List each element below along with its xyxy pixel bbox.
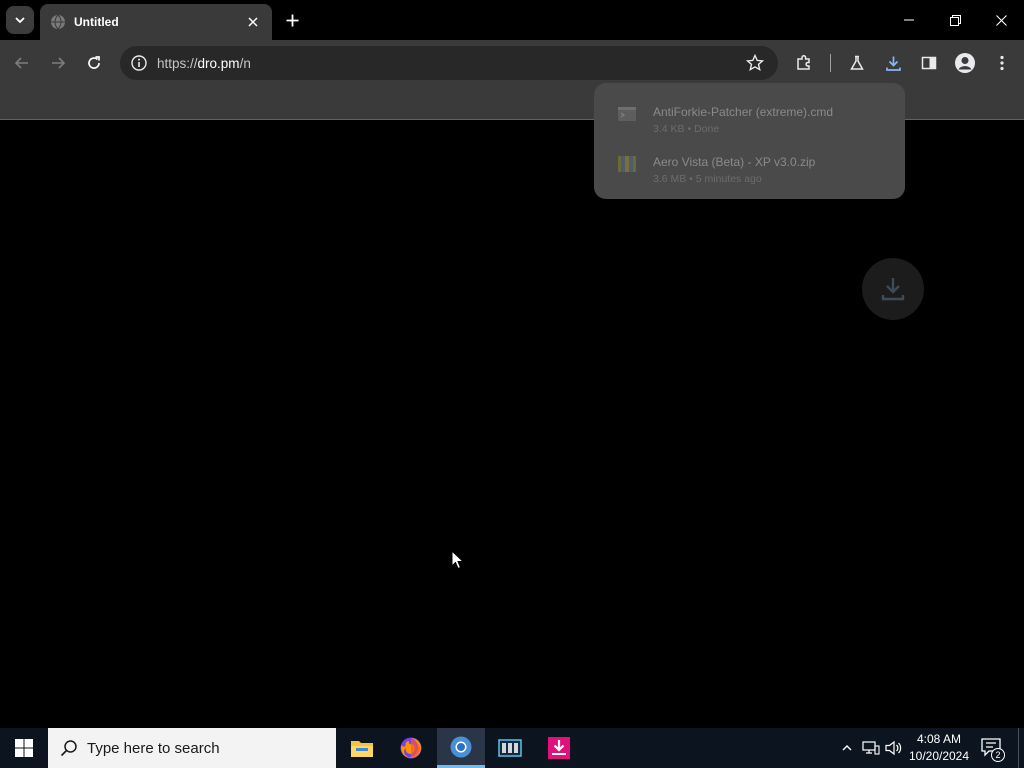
close-icon (248, 17, 258, 27)
taskbar-search-box[interactable]: Type here to search (48, 728, 336, 768)
tray-network[interactable] (861, 738, 881, 758)
search-placeholder: Type here to search (87, 739, 220, 757)
globe-icon (51, 14, 65, 30)
toolbar-divider (830, 54, 831, 72)
back-button[interactable] (8, 49, 36, 77)
network-icon (862, 741, 880, 755)
cmd-file-icon (618, 107, 636, 121)
side-panel-button[interactable] (915, 49, 943, 77)
extensions-button[interactable] (790, 49, 818, 77)
plus-icon (286, 14, 298, 26)
mouse-cursor-icon (451, 550, 465, 570)
download-item[interactable]: AntiForkie-Patcher (extreme).cmd 3.4 KB … (594, 93, 905, 139)
taskbar-download-manager[interactable] (535, 728, 583, 768)
tray-volume[interactable] (884, 738, 904, 758)
taskbar-firefox[interactable] (387, 728, 435, 768)
notification-count-badge: 2 (991, 748, 1005, 762)
search-icon (60, 740, 77, 757)
restore-button[interactable] (932, 0, 978, 40)
tab-close-button[interactable] (244, 13, 262, 31)
puzzle-piece-icon (797, 54, 810, 70)
url-text: https://dro.pm/n (157, 56, 251, 71)
taskbar-clock[interactable]: 4:08 AM 10/20/2024 (906, 731, 972, 765)
new-tab-button[interactable] (280, 8, 304, 32)
close-icon (995, 14, 1007, 26)
tab-search-button[interactable] (6, 6, 34, 34)
flask-icon (850, 55, 864, 70)
arrow-right-icon (52, 57, 66, 69)
tab-strip: Untitled (0, 0, 1024, 40)
screen: Untitled https://dro.pm/n AntiForkie-Pat… (0, 0, 1024, 768)
tray-overflow-button[interactable] (837, 738, 857, 758)
forward-button[interactable] (44, 49, 72, 77)
url-path: /n (239, 55, 251, 71)
profile-button[interactable] (951, 49, 979, 77)
menu-button[interactable] (988, 49, 1016, 77)
tab-title: Untitled (74, 15, 119, 29)
download-filename: Aero Vista (Beta) - XP v3.0.zip (653, 155, 816, 169)
reload-button[interactable] (80, 49, 108, 77)
bookmark-star-icon[interactable] (746, 54, 764, 72)
clock-time: 4:08 AM (916, 732, 962, 746)
download-status: 3.4 KB • Done (653, 123, 720, 135)
minimize-button[interactable] (886, 0, 932, 40)
firefox-icon (400, 737, 422, 759)
taskbar-file-explorer[interactable] (338, 728, 386, 768)
info-icon (131, 55, 147, 71)
site-info-icon[interactable] (130, 54, 148, 72)
avatar-icon (955, 53, 975, 73)
tab-untitled[interactable]: Untitled (40, 4, 272, 40)
folder-icon (351, 741, 373, 757)
show-desktop-button[interactable] (1018, 728, 1024, 768)
download-manager-icon (548, 737, 570, 759)
zip-file-icon (618, 156, 636, 172)
restore-icon (949, 14, 961, 26)
chrome-icon (450, 736, 472, 757)
clock-date: 10/20/2024 (908, 749, 970, 763)
taskbar-chrome[interactable] (437, 728, 485, 768)
page-content (0, 121, 1024, 728)
minimize-icon (904, 19, 914, 21)
windows-logo-icon (15, 739, 33, 757)
download-item[interactable]: Aero Vista (Beta) - XP v3.0.zip 3.6 MB •… (594, 143, 905, 189)
chevron-down-icon (15, 17, 25, 24)
arrow-left-icon (14, 57, 28, 69)
side-panel-icon (921, 56, 937, 70)
taskbar-video-editor[interactable] (486, 728, 534, 768)
address-bar[interactable]: https://dro.pm/n (120, 46, 778, 80)
url-domain: dro.pm (197, 55, 240, 71)
film-strip-icon (498, 739, 522, 757)
download-status: 3.6 MB • 5 minutes ago (653, 173, 762, 185)
kebab-menu-icon (1000, 55, 1004, 71)
downloads-bubble: AntiForkie-Patcher (extreme).cmd 3.4 KB … (594, 83, 905, 199)
browser-toolbar: https://dro.pm/n (0, 40, 1024, 86)
url-scheme: https:// (157, 55, 198, 71)
start-button[interactable] (0, 728, 48, 768)
download-fab-button[interactable] (862, 258, 924, 320)
chevron-up-icon (842, 745, 852, 751)
labs-button[interactable] (843, 49, 871, 77)
downloads-button[interactable] (879, 49, 907, 77)
speaker-icon (885, 740, 902, 756)
download-filename: AntiForkie-Patcher (extreme).cmd (653, 105, 834, 119)
download-icon (885, 56, 901, 71)
download-icon (881, 278, 905, 301)
taskbar: Type here to search 4:08 AM 10/20/2024 2 (0, 728, 1024, 768)
close-window-button[interactable] (978, 0, 1024, 40)
reload-icon (88, 56, 100, 69)
